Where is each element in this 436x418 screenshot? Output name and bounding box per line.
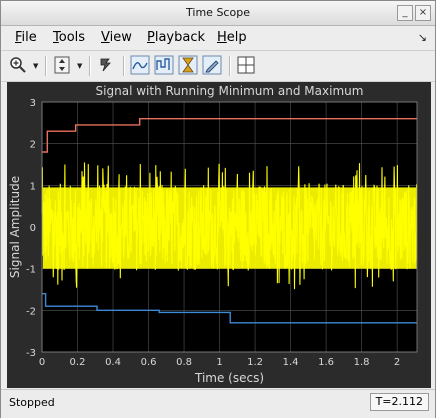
- signal-statistics-icon[interactable]: [153, 54, 175, 76]
- title-bar: Time Scope _ ×: [1, 1, 435, 26]
- bilevel-measurements-icon[interactable]: [201, 54, 223, 76]
- x-tick-label: 1.4: [283, 357, 299, 368]
- x-tick-label: 1.6: [318, 357, 334, 368]
- y-tick-label: 0: [30, 223, 36, 234]
- menu-playback[interactable]: Playback: [147, 30, 205, 45]
- menu-bar: File Tools View Playback Help ↘: [1, 26, 435, 50]
- menu-help[interactable]: Help: [217, 30, 247, 45]
- status-text: Stopped: [9, 396, 55, 409]
- simulation-time: T=2.112: [369, 393, 429, 411]
- minimize-button[interactable]: _: [397, 5, 413, 21]
- peak-finder-icon[interactable]: [177, 54, 199, 76]
- toolbar: ▼ ▼: [1, 50, 435, 82]
- y-tick-label: 1: [30, 181, 36, 192]
- x-axis-label: Time (secs): [194, 371, 264, 385]
- layout-icon[interactable]: [235, 54, 257, 76]
- y-tick-label: -3: [26, 348, 36, 359]
- y-tick-label: 3: [30, 98, 36, 109]
- cursor-measurements-icon[interactable]: [129, 54, 151, 76]
- menu-view[interactable]: View: [101, 30, 132, 45]
- chart-title: Signal with Running Minimum and Maximum: [96, 84, 364, 98]
- scale-dropdown-icon[interactable]: ▼: [77, 62, 82, 70]
- x-tick-label: 0.4: [105, 357, 121, 368]
- x-tick-label: 1: [216, 357, 222, 368]
- x-tick-label: 0.2: [70, 357, 86, 368]
- signal-chart[interactable]: -3 -2 -1 0 1 2 3 0 0.2 0.4 0.6 0.8 1 1.2 1.4 1.6 1.8 2 Sig…: [7, 82, 431, 388]
- zoom-dropdown-icon[interactable]: ▼: [33, 62, 38, 70]
- x-tick-label: 1.8: [354, 357, 370, 368]
- time-scope-window: Time Scope _ × File Tools View Playback …: [0, 0, 436, 418]
- toolbar-separator: [229, 56, 231, 76]
- toolbar-separator: [123, 56, 125, 76]
- dock-icon[interactable]: ↘: [418, 31, 427, 44]
- toolbar-separator: [45, 56, 47, 76]
- toolbar-separator: [89, 56, 91, 76]
- plot-panel: -3 -2 -1 0 1 2 3 0 0.2 0.4 0.6 0.8 1 1.2 1.4 1.6 1.8 2 Sig…: [7, 82, 431, 388]
- window-title: Time Scope: [186, 6, 250, 19]
- keep-in-front-icon[interactable]: [95, 54, 117, 76]
- scale-axes-icon[interactable]: [51, 54, 73, 76]
- zoom-icon[interactable]: [7, 54, 29, 76]
- menu-file[interactable]: File: [15, 30, 37, 45]
- x-tick-label: 2: [394, 357, 400, 368]
- y-tick-label: 2: [30, 140, 36, 151]
- status-bar: Stopped T=2.112: [1, 389, 435, 418]
- y-axis-label: Signal Amplitude: [8, 176, 22, 278]
- y-tick-label: -1: [26, 265, 36, 276]
- x-tick-label: 0.6: [141, 357, 157, 368]
- x-tick-label: 0: [39, 357, 45, 368]
- x-tick-label: 0.8: [176, 357, 192, 368]
- x-tick-label: 1.2: [247, 357, 263, 368]
- menu-tools[interactable]: Tools: [53, 30, 85, 45]
- series-signal-band: [42, 187, 417, 269]
- y-tick-label: -2: [26, 306, 36, 317]
- close-button[interactable]: ×: [415, 5, 431, 21]
